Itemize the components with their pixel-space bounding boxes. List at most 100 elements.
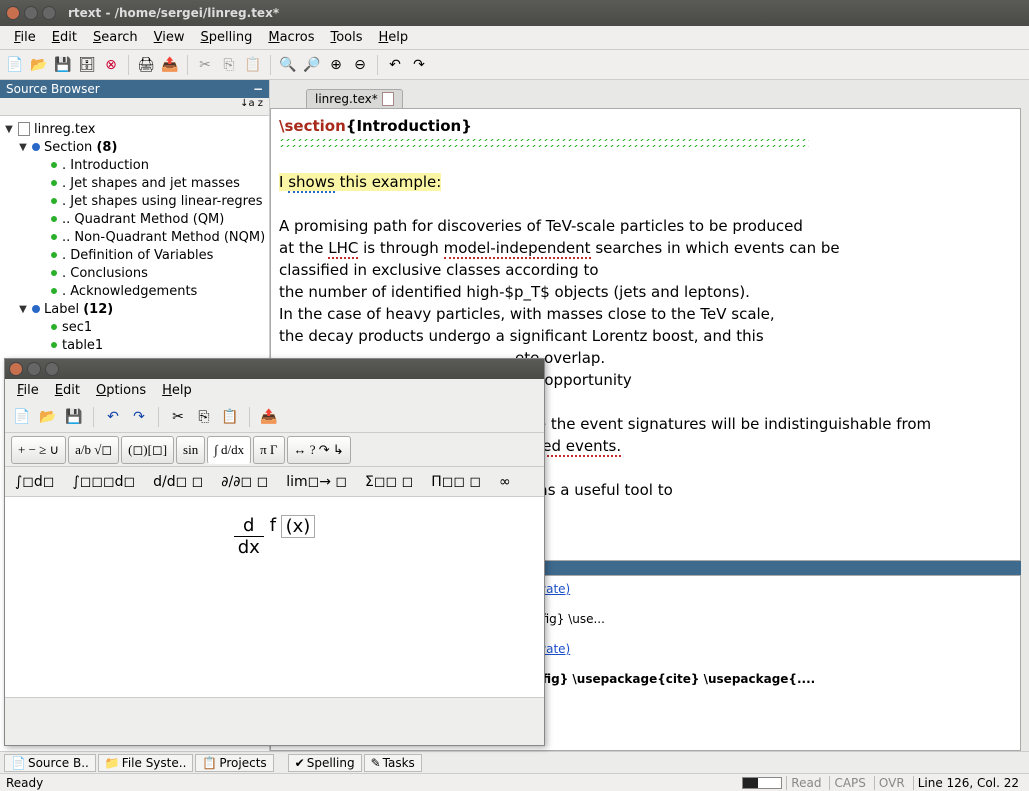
eq-tab-brackets[interactable]: (◻)[◻] xyxy=(121,436,174,464)
eq-menu-help[interactable]: Help xyxy=(154,381,200,400)
tree-item[interactable]: . Acknowledgements xyxy=(62,284,197,299)
tree-item[interactable]: . Definition of Variables xyxy=(62,248,213,263)
btab-tasks[interactable]: ✎Tasks xyxy=(364,754,422,772)
collapse-icon[interactable]: − xyxy=(253,82,263,96)
window-minimize-button[interactable] xyxy=(24,6,38,20)
btab-spelling[interactable]: ✔Spelling xyxy=(288,754,362,772)
eq-tab-arrows[interactable]: ↔ ? ↷ ↳ xyxy=(287,436,351,464)
menu-help[interactable]: Help xyxy=(371,28,417,47)
eq-pal-limit[interactable]: lim◻→ ◻ xyxy=(286,474,347,490)
eq-tab-frac[interactable]: a/b √◻ xyxy=(68,436,119,464)
eq-placeholder[interactable]: (x) xyxy=(281,515,316,538)
eq-pal-infinity[interactable]: ∞ xyxy=(499,474,511,490)
menu-search[interactable]: Search xyxy=(85,28,146,47)
eq-menu-edit[interactable]: Edit xyxy=(47,381,88,400)
tree-label-item[interactable]: sec1 xyxy=(62,320,92,335)
menu-tools[interactable]: Tools xyxy=(322,28,370,47)
sort-bar[interactable]: ↓a z xyxy=(0,98,269,116)
cut-button[interactable]: ✂ xyxy=(194,54,216,76)
eq-tab-operators[interactable]: + − ≥ ∪ xyxy=(11,436,66,464)
open-file-button[interactable]: 📂 xyxy=(28,54,50,76)
item-icon xyxy=(51,270,57,276)
eq-pal-derivative[interactable]: d/d◻ ◻ xyxy=(153,474,203,490)
window-titlebar: rtext - /home/sergei/linreg.tex* xyxy=(0,0,1029,26)
eq-cut-button[interactable]: ✂ xyxy=(167,406,189,428)
menu-edit[interactable]: Edit xyxy=(44,28,85,47)
equation-editor-window[interactable]: File Edit Options Help 📄 📂 💾 ↶ ↷ ✂ ⎘ 📋 📤… xyxy=(4,358,545,746)
editor-line: the number of identified high-$p_T$ obje… xyxy=(279,281,1012,303)
save-button[interactable]: 💾 xyxy=(52,54,74,76)
btab-filesys[interactable]: 📁File Syste.. xyxy=(98,754,194,772)
tree-item[interactable]: . Jet shapes and jet masses xyxy=(62,176,240,191)
menu-spelling[interactable]: Spelling xyxy=(193,28,261,47)
redo-button[interactable]: ↷ xyxy=(408,54,430,76)
tree-label-item[interactable]: table1 xyxy=(62,338,103,353)
eq-open-button[interactable]: 📂 xyxy=(37,406,59,428)
zoom-out-button[interactable]: ⊖ xyxy=(349,54,371,76)
tab-label: linreg.tex* xyxy=(315,92,378,106)
undo-button[interactable]: ↶ xyxy=(384,54,406,76)
print-button[interactable]: 🖨 xyxy=(135,54,157,76)
tab-linreg[interactable]: linreg.tex* xyxy=(306,89,403,108)
eq-menu-file[interactable]: File xyxy=(9,381,47,400)
copy-button[interactable]: ⎘ xyxy=(218,54,240,76)
window-maximize-button[interactable] xyxy=(42,6,56,20)
new-file-button[interactable]: 📄 xyxy=(4,54,26,76)
tree-item-introduction[interactable]: . Introduction xyxy=(62,158,149,173)
eq-maximize-button[interactable] xyxy=(45,362,59,376)
eq-undo-button[interactable]: ↶ xyxy=(102,406,124,428)
source-browser-header[interactable]: Source Browser − xyxy=(0,80,269,98)
eq-function[interactable]: f xyxy=(270,515,276,536)
tree-item[interactable]: . Conclusions xyxy=(62,266,148,281)
menubar: File Edit Search View Spelling Macros To… xyxy=(0,26,1029,50)
zoom-in-button[interactable]: ⊕ xyxy=(325,54,347,76)
eq-redo-button[interactable]: ↷ xyxy=(128,406,150,428)
btab-source[interactable]: 📄Source B.. xyxy=(4,754,96,772)
eq-save-button[interactable]: 💾 xyxy=(63,406,85,428)
eq-denominator[interactable]: dx xyxy=(234,537,264,558)
eq-pal-product[interactable]: Π◻◻ ◻ xyxy=(431,474,481,490)
menu-file[interactable]: File xyxy=(6,28,44,47)
eq-menu-options[interactable]: Options xyxy=(88,381,154,400)
item-icon xyxy=(51,288,57,294)
window-close-button[interactable] xyxy=(6,6,20,20)
tree-section-group[interactable]: Section xyxy=(44,140,92,155)
paste-button[interactable]: 📋 xyxy=(242,54,264,76)
menu-view[interactable]: View xyxy=(146,28,193,47)
export-button[interactable]: 📤 xyxy=(159,54,181,76)
eq-pal-sum[interactable]: Σ◻◻ ◻ xyxy=(365,474,413,490)
latex-command: \section xyxy=(279,117,346,135)
close-button[interactable]: ⊗ xyxy=(100,54,122,76)
save-all-button[interactable]: 🗄 xyxy=(76,54,98,76)
item-icon xyxy=(51,216,57,222)
item-icon xyxy=(51,180,57,186)
eq-pal-integral[interactable]: ∫◻d◻ xyxy=(15,474,54,490)
tree-label-group[interactable]: Label xyxy=(44,302,79,317)
tree-item[interactable]: .. Non-Quadrant Method (NQM) xyxy=(62,230,265,245)
tree-file[interactable]: linreg.tex xyxy=(34,122,95,137)
btab-projects[interactable]: 📋Projects xyxy=(195,754,273,772)
eq-copy-button[interactable]: ⎘ xyxy=(193,406,215,428)
find-next-button[interactable]: 🔎 xyxy=(301,54,323,76)
eq-tab-bar: + − ≥ ∪ a/b √◻ (◻)[◻] sin ∫ d/dx π Γ ↔ ?… xyxy=(5,433,544,467)
sort-label: ↓a z xyxy=(240,98,263,109)
eq-tab-greek[interactable]: π Γ xyxy=(253,436,284,464)
eq-minimize-button[interactable] xyxy=(27,362,41,376)
eq-pal-defintegral[interactable]: ∫◻◻◻d◻ xyxy=(72,474,135,490)
eq-paste-button[interactable]: 📋 xyxy=(219,406,241,428)
tree-item[interactable]: .. Quadrant Method (QM) xyxy=(62,212,224,227)
eq-pal-partial[interactable]: ∂/∂◻ ◻ xyxy=(221,474,268,490)
eq-close-button[interactable] xyxy=(9,362,23,376)
menu-macros[interactable]: Macros xyxy=(260,28,322,47)
editor-line: A promising path for discoveries of TeV-… xyxy=(279,215,1012,237)
eq-new-button[interactable]: 📄 xyxy=(11,406,33,428)
highlighted-line: I shows this example: xyxy=(279,173,441,191)
eq-tab-functions[interactable]: sin xyxy=(176,436,205,464)
eq-canvas[interactable]: d dx f (x) xyxy=(5,497,544,697)
eq-titlebar[interactable] xyxy=(5,359,544,379)
eq-export-button[interactable]: 📤 xyxy=(258,406,280,428)
find-button[interactable]: 🔍 xyxy=(277,54,299,76)
eq-tab-calculus[interactable]: ∫ d/dx xyxy=(207,436,251,464)
tree-item[interactable]: . Jet shapes using linear-regres xyxy=(62,194,262,209)
eq-numerator[interactable]: d xyxy=(239,515,258,536)
